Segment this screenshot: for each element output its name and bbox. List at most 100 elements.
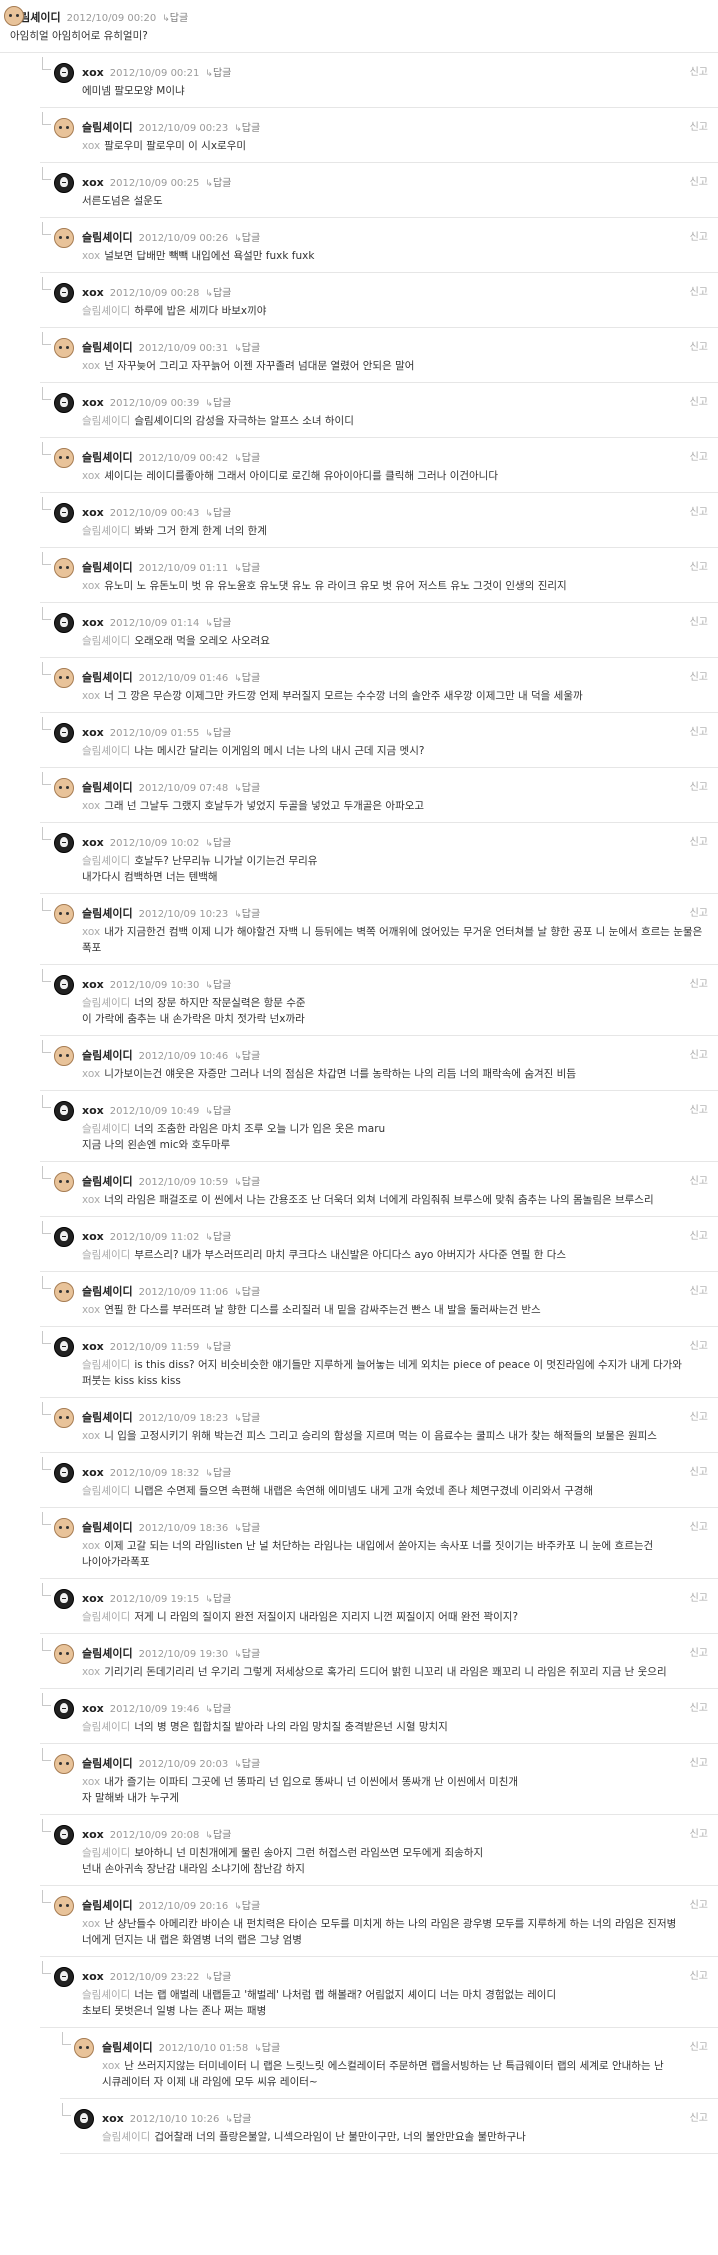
mention[interactable]: 슬림셰이디 xyxy=(82,1249,130,1261)
mention[interactable]: xox xyxy=(82,580,100,592)
comment-author[interactable]: 슬림셰이디 xyxy=(82,1411,133,1424)
reply-button[interactable]: ↳답글 xyxy=(205,1704,231,1715)
report-button[interactable]: 신고 xyxy=(690,448,708,463)
mention[interactable]: xox xyxy=(82,250,100,262)
mention[interactable]: 슬림셰이디 xyxy=(82,1989,130,2001)
report-button[interactable]: 신고 xyxy=(690,283,708,298)
avatar[interactable] xyxy=(54,1408,74,1428)
report-button[interactable]: 신고 xyxy=(690,668,708,683)
avatar[interactable] xyxy=(54,1699,74,1719)
report-button[interactable]: 신고 xyxy=(690,904,708,919)
mention[interactable]: xox xyxy=(82,1540,100,1552)
avatar[interactable] xyxy=(54,668,74,688)
reply-button[interactable]: ↳답글 xyxy=(205,68,231,79)
comment-author[interactable]: xox xyxy=(82,176,104,189)
mention[interactable]: 슬림셰이디 xyxy=(82,525,130,537)
report-button[interactable]: 신고 xyxy=(690,2038,708,2053)
reply-button[interactable]: ↳답글 xyxy=(234,1413,260,1424)
reply-button[interactable]: ↳답글 xyxy=(205,1594,231,1605)
report-button[interactable]: 신고 xyxy=(690,1282,708,1297)
mention[interactable]: xox xyxy=(82,470,100,482)
mention[interactable]: 슬림셰이디 xyxy=(82,1359,130,1371)
report-button[interactable]: 신고 xyxy=(690,173,708,188)
report-button[interactable]: 신고 xyxy=(690,1172,708,1187)
comment-author[interactable]: 슬림셰이디 xyxy=(82,561,133,574)
report-button[interactable]: 신고 xyxy=(690,1699,708,1714)
avatar[interactable] xyxy=(54,503,74,523)
avatar[interactable] xyxy=(54,118,74,138)
comment-author[interactable]: xox xyxy=(82,836,104,849)
mention[interactable]: 슬림셰이디 xyxy=(82,1485,130,1497)
avatar[interactable] xyxy=(54,904,74,924)
report-button[interactable]: 신고 xyxy=(690,393,708,408)
comment-author[interactable]: xox xyxy=(82,616,104,629)
comment-author[interactable]: xox xyxy=(82,1466,104,1479)
avatar[interactable] xyxy=(54,1589,74,1609)
report-button[interactable]: 신고 xyxy=(690,1896,708,1911)
reply-button[interactable]: ↳답글 xyxy=(205,178,231,189)
report-button[interactable]: 신고 xyxy=(690,558,708,573)
avatar[interactable] xyxy=(74,2038,94,2058)
avatar[interactable] xyxy=(54,1172,74,1192)
reply-button[interactable]: ↳답글 xyxy=(234,909,260,920)
report-button[interactable]: 신고 xyxy=(690,833,708,848)
mention[interactable]: xox xyxy=(82,800,100,812)
report-button[interactable]: 신고 xyxy=(690,503,708,518)
reply-button[interactable]: ↳답글 xyxy=(234,783,260,794)
report-button[interactable]: 신고 xyxy=(690,1967,708,1982)
reply-button[interactable]: ↳답글 xyxy=(205,288,231,299)
report-button[interactable]: 신고 xyxy=(690,2109,708,2124)
report-button[interactable]: 신고 xyxy=(690,1337,708,1352)
reply-button[interactable]: ↳답글 xyxy=(205,728,231,739)
comment-author[interactable]: xox xyxy=(82,1592,104,1605)
avatar[interactable] xyxy=(54,1644,74,1664)
mention[interactable]: 슬림셰이디 xyxy=(82,997,130,1009)
avatar[interactable] xyxy=(54,1227,74,1247)
report-button[interactable]: 신고 xyxy=(690,723,708,738)
mention[interactable]: 슬림셰이디 xyxy=(82,1123,130,1135)
avatar[interactable] xyxy=(54,1463,74,1483)
comment-author[interactable]: 슬림셰이디 xyxy=(82,1285,133,1298)
mention[interactable]: 슬림셰이디 xyxy=(82,1847,130,1859)
report-button[interactable]: 신고 xyxy=(690,338,708,353)
reply-button[interactable]: ↳답글 xyxy=(234,1649,260,1660)
comment-author[interactable]: 슬림셰이디 xyxy=(82,1757,133,1770)
mention[interactable]: 슬림셰이디 xyxy=(82,1721,130,1733)
reply-button[interactable]: ↳답글 xyxy=(205,1232,231,1243)
report-button[interactable]: 신고 xyxy=(690,975,708,990)
report-button[interactable]: 신고 xyxy=(690,1825,708,1840)
avatar[interactable] xyxy=(54,975,74,995)
mention[interactable]: xox xyxy=(82,1666,100,1678)
report-button[interactable]: 신고 xyxy=(690,1408,708,1423)
reply-button[interactable]: ↳답글 xyxy=(254,2043,280,2054)
mention[interactable]: 슬림셰이디 xyxy=(82,635,130,647)
reply-button[interactable]: ↳답글 xyxy=(205,508,231,519)
mention[interactable]: xox xyxy=(82,1068,100,1080)
report-button[interactable]: 신고 xyxy=(690,1644,708,1659)
avatar[interactable] xyxy=(54,1101,74,1121)
avatar[interactable] xyxy=(54,1046,74,1066)
report-button[interactable]: 신고 xyxy=(690,63,708,78)
comment-author[interactable]: 슬림셰이디 xyxy=(82,1175,133,1188)
report-button[interactable]: 신고 xyxy=(690,118,708,133)
comment-author[interactable]: 슬림셰이디 xyxy=(82,1899,133,1912)
avatar[interactable] xyxy=(54,558,74,578)
comment-author[interactable]: 슬림셰이디 xyxy=(82,1521,133,1534)
mention[interactable]: xox xyxy=(82,360,100,372)
reply-button[interactable]: ↳답글 xyxy=(234,1901,260,1912)
mention[interactable]: xox xyxy=(82,1430,100,1442)
report-button[interactable]: 신고 xyxy=(690,1101,708,1116)
report-button[interactable]: 신고 xyxy=(690,1463,708,1478)
mention[interactable]: xox xyxy=(82,1776,100,1788)
avatar[interactable] xyxy=(54,1896,74,1916)
mention[interactable]: 슬림셰이디 xyxy=(102,2131,150,2143)
avatar[interactable] xyxy=(54,283,74,303)
reply-button[interactable]: ↳답글 xyxy=(234,343,260,354)
comment-author[interactable]: 슬림셰이디 xyxy=(82,231,133,244)
avatar[interactable] xyxy=(54,1518,74,1538)
comment-author[interactable]: xox xyxy=(82,66,104,79)
avatar[interactable] xyxy=(54,1825,74,1845)
report-button[interactable]: 신고 xyxy=(690,1046,708,1061)
avatar[interactable] xyxy=(54,173,74,193)
avatar[interactable] xyxy=(54,723,74,743)
